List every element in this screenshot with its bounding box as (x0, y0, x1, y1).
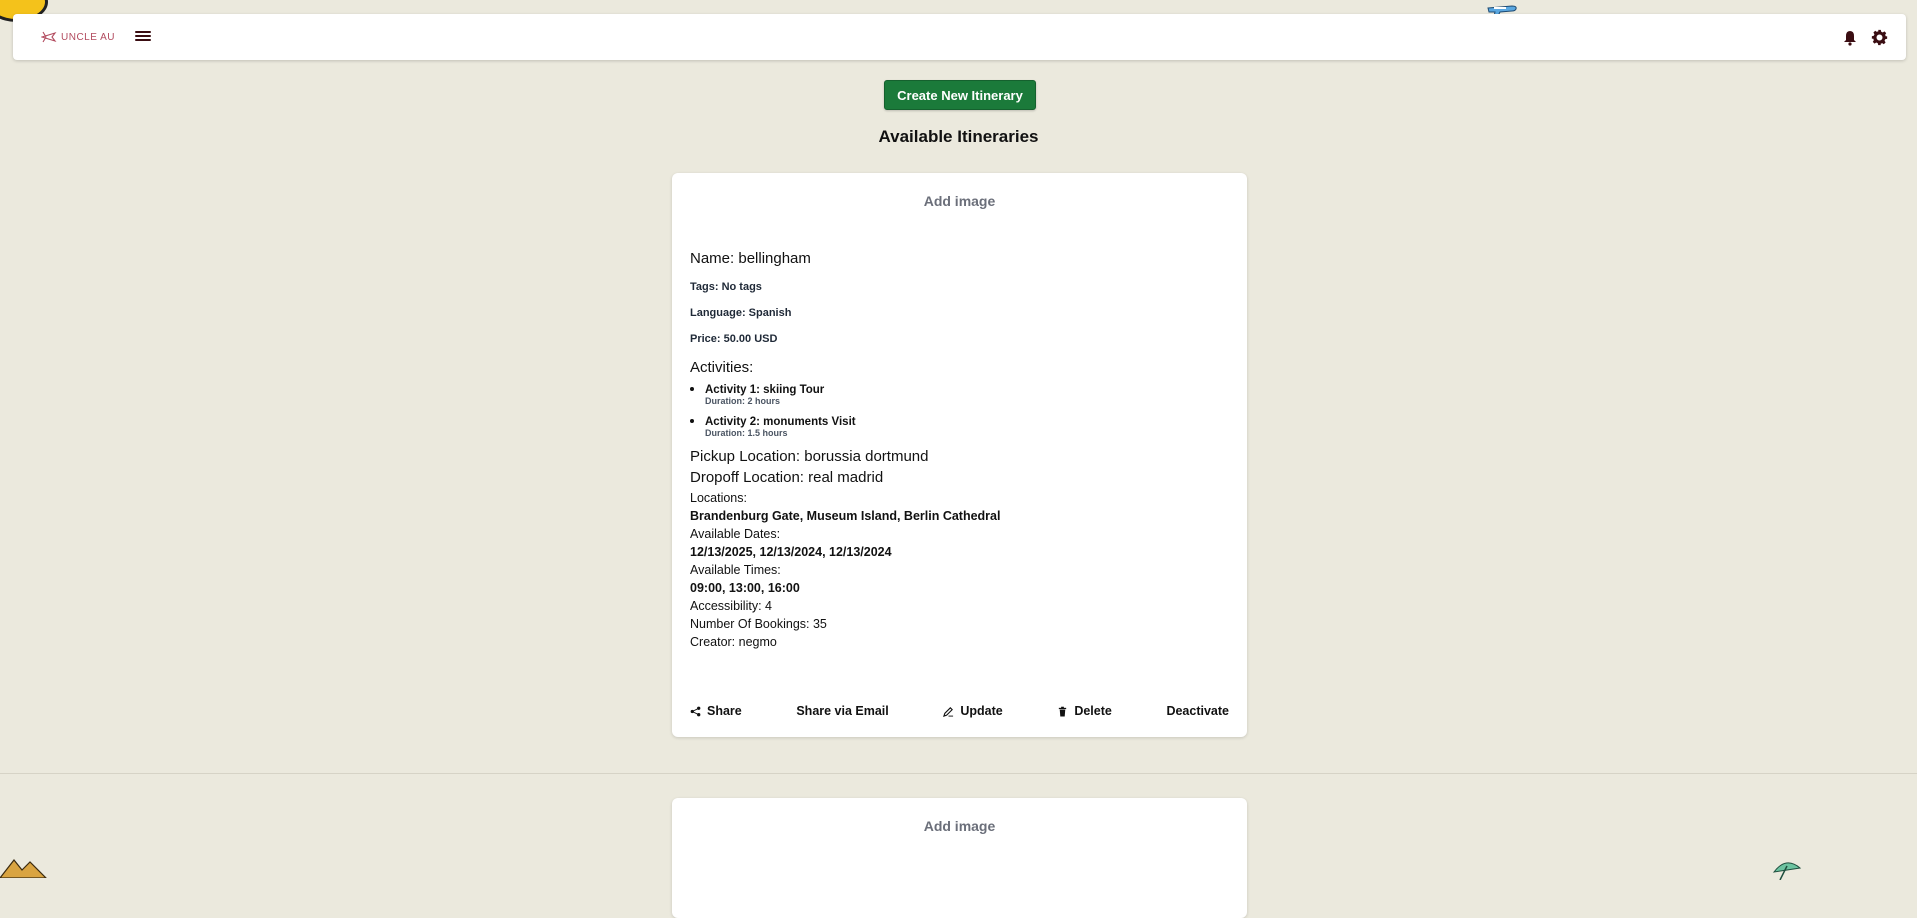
add-image-button[interactable]: Add image (672, 818, 1247, 834)
available-times-value: 09:00, 13:00, 16:00 (690, 581, 800, 595)
hamburger-menu-icon[interactable] (135, 29, 151, 43)
bookings-count: Number Of Bookings: 35 (690, 617, 827, 631)
activity-duration: Duration: 1.5 hours (705, 428, 788, 438)
trash-icon (1059, 706, 1067, 717)
delete-label: Delete (1074, 704, 1112, 718)
bell-icon[interactable] (1843, 30, 1857, 46)
itinerary-card: Add image Name: bellingham Tags: No tags… (672, 173, 1247, 737)
available-times-label: Available Times: (690, 563, 781, 577)
creator-name: Creator: negmo (690, 635, 777, 649)
itinerary-language: Language: Spanish (690, 307, 792, 319)
activity-item: Activity 2: monuments Visit Duration: 1.… (705, 412, 1230, 438)
available-dates-label: Available Dates: (690, 527, 781, 541)
activity-name: Activity 1: skiing Tour (705, 384, 825, 396)
dropoff-location: Dropoff Location: real madrid (690, 469, 884, 486)
share-icon (690, 706, 701, 716)
plane-logo-icon (41, 31, 57, 43)
page-title: Available Itineraries (878, 127, 1039, 146)
itinerary-actions: Share Share via Email Update Delete Deac… (690, 702, 1229, 720)
itinerary-name: Name: bellingham (690, 250, 811, 267)
mountain-decoration-icon (0, 859, 47, 878)
share-via-email-button[interactable]: Share via Email (796, 704, 888, 718)
activity-item: Activity 1: skiing Tour Duration: 2 hour… (705, 380, 1230, 406)
deactivate-button[interactable]: Deactivate (1166, 704, 1229, 718)
delete-button[interactable]: Delete (1057, 704, 1112, 718)
logo-text: UNCLE AU (61, 31, 116, 43)
available-dates-value: 12/13/2025, 12/13/2024, 12/13/2024 (690, 545, 892, 559)
activity-duration: Duration: 2 hours (705, 396, 781, 406)
update-label: Update (960, 704, 1003, 718)
share-via-email-label: Share via Email (796, 704, 889, 718)
activities-label: Activities: (690, 359, 754, 376)
update-button[interactable]: Update (943, 704, 1003, 718)
add-image-button[interactable]: Add image (672, 193, 1247, 209)
activities-list: Activity 1: skiing Tour Duration: 2 hour… (690, 380, 1230, 438)
share-label: Share (707, 704, 742, 718)
gear-icon[interactable] (1871, 29, 1888, 46)
create-new-itinerary-button[interactable]: Create New Itinerary (884, 80, 1036, 110)
app-logo[interactable]: UNCLE AU (41, 29, 115, 45)
deactivate-label: Deactivate (1166, 704, 1229, 718)
edit-icon (943, 706, 954, 717)
umbrella-decoration-icon (1772, 862, 1802, 880)
top-navigation-bar: UNCLE AU (13, 14, 1906, 60)
accessibility-value: Accessibility: 4 (690, 599, 772, 613)
itinerary-card: Add image (672, 798, 1247, 918)
share-button[interactable]: Share (690, 704, 742, 718)
itinerary-tags: Tags: No tags (690, 281, 762, 293)
itinerary-price: Price: 50.00 USD (690, 333, 778, 345)
pickup-location: Pickup Location: borussia dortmund (690, 448, 929, 465)
section-divider (0, 773, 1917, 774)
locations-value: Brandenburg Gate, Museum Island, Berlin … (690, 509, 1001, 523)
locations-label: Locations: (690, 491, 747, 505)
activity-name: Activity 2: monuments Visit (705, 416, 856, 428)
